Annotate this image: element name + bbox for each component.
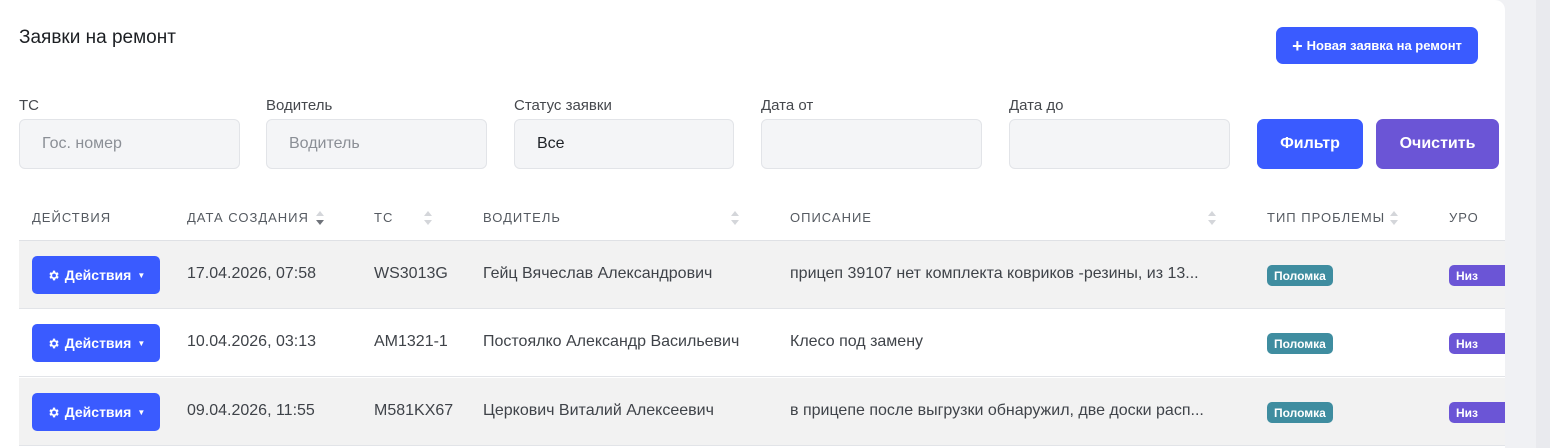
- column-header-actions: Действия: [32, 210, 112, 225]
- gear-icon: [49, 407, 59, 417]
- row-created-date: 10.04.2026, 03:13: [187, 333, 317, 350]
- row-created-date: 17.04.2026, 07:58: [187, 265, 317, 282]
- new-repair-request-label: Новая заявка на ремонт: [1306, 38, 1462, 53]
- problem-type-badge: Поломка: [1267, 333, 1333, 354]
- vehicle-plate-input[interactable]: [19, 119, 240, 169]
- driver-input[interactable]: [266, 119, 487, 169]
- row-vehicle: WS3013G: [374, 265, 448, 282]
- sort-icon[interactable]: [731, 209, 739, 227]
- caret-down-icon: ▼: [137, 338, 146, 348]
- column-header-vehicle[interactable]: ТС: [374, 210, 393, 225]
- gear-icon: [49, 338, 59, 348]
- date-from-input[interactable]: [761, 119, 982, 169]
- column-header-created-date[interactable]: Дата создания: [187, 210, 309, 225]
- driver-filter-label: Водитель: [266, 97, 333, 114]
- sort-icon[interactable]: [424, 209, 432, 227]
- row-actions-label: Действия: [64, 335, 132, 351]
- vehicle-filter-label: ТС: [19, 97, 39, 114]
- table-row: Действия ▼ 10.04.2026, 03:13 AM1321-1 По…: [19, 309, 1505, 377]
- filter-button[interactable]: Фильтр: [1257, 119, 1363, 169]
- urgency-badge: Низ: [1449, 402, 1505, 423]
- caret-down-icon: ▼: [137, 407, 146, 417]
- column-header-driver[interactable]: Водитель: [483, 210, 561, 225]
- row-actions-button[interactable]: Действия ▼: [32, 393, 160, 431]
- column-header-description[interactable]: Описание: [790, 210, 872, 225]
- row-actions-button[interactable]: Действия ▼: [32, 324, 160, 362]
- status-select[interactable]: Все: [514, 119, 734, 169]
- new-repair-request-button[interactable]: + Новая заявка на ремонт: [1276, 27, 1478, 64]
- page-scrollbar-thumb[interactable]: [1536, 0, 1550, 448]
- status-select-value: Все: [537, 135, 565, 152]
- row-driver: Церкович Виталий Алексеевич: [483, 402, 714, 419]
- sort-desc-icon[interactable]: [316, 209, 324, 227]
- caret-down-icon: ▼: [137, 270, 146, 280]
- date-from-label: Дата от: [761, 97, 814, 114]
- date-to-label: Дата до: [1009, 97, 1064, 114]
- row-actions-button[interactable]: Действия ▼: [32, 256, 160, 294]
- row-driver: Гейц Вячеслав Александрович: [483, 265, 713, 282]
- clear-button[interactable]: Очистить: [1376, 119, 1499, 169]
- column-header-urgency[interactable]: Уро: [1449, 210, 1479, 225]
- row-description: в прицепе после выгрузки обнаружил, две …: [790, 402, 1204, 419]
- row-description: Клесо под замену: [790, 333, 924, 350]
- page-title: Заявки на ремонт: [19, 27, 176, 48]
- problem-type-badge: Поломка: [1267, 265, 1333, 286]
- sort-icon[interactable]: [1208, 209, 1216, 227]
- urgency-badge: Низ: [1449, 265, 1505, 286]
- row-vehicle: M581KX67: [374, 402, 454, 419]
- gear-icon: [49, 270, 59, 280]
- row-description: прицеп 39107 нет комплекта ковриков -рез…: [790, 265, 1199, 282]
- table-row: Действия ▼ 09.04.2026, 11:55 M581KX67 Це…: [19, 378, 1505, 446]
- repair-requests-card: Заявки на ремонт + Новая заявка на ремон…: [0, 0, 1505, 448]
- row-actions-label: Действия: [64, 267, 132, 283]
- sort-icon[interactable]: [1390, 209, 1398, 227]
- table-row: Действия ▼ 17.04.2026, 07:58 WS3013G Гей…: [19, 241, 1505, 309]
- row-created-date: 09.04.2026, 11:55: [187, 402, 315, 419]
- row-vehicle: AM1321-1: [374, 333, 448, 350]
- row-actions-label: Действия: [64, 404, 132, 420]
- urgency-badge: Низ: [1449, 333, 1505, 354]
- column-header-problem-type[interactable]: Тип проблемы: [1267, 210, 1385, 225]
- problem-type-badge: Поломка: [1267, 402, 1333, 423]
- status-filter-label: Статус заявки: [514, 97, 612, 114]
- date-to-input[interactable]: [1009, 119, 1230, 169]
- row-driver: Постоялко Александр Васильевич: [483, 333, 740, 350]
- plus-icon: +: [1292, 35, 1303, 56]
